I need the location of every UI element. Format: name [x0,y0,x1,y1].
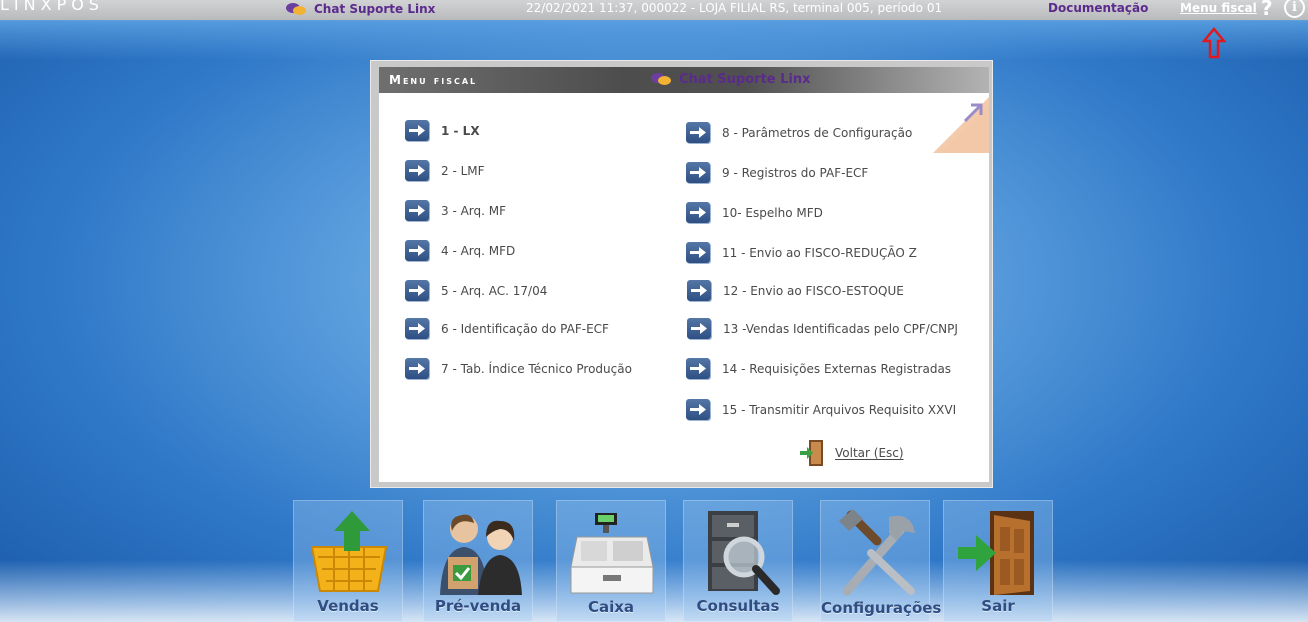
panel-body: 1 - LX 2 - LMF 3 - Arq. MF 4 - Arq. MFD … [379,93,989,482]
menu-item-label: 4 - Arq. MFD [441,243,516,258]
dock-consultas-label: Consultas [696,597,780,615]
exit-door-icon [800,440,823,466]
menu-item-arq-mf[interactable]: 3 - Arq. MF [405,200,506,221]
menu-item-lmf[interactable]: 2 - LMF [405,160,485,181]
arrow-right-icon [687,280,711,301]
arrow-right-icon [686,162,710,183]
arrow-right-icon [686,202,710,223]
menu-item-transmitir-arquivos[interactable]: 15 - Transmitir Arquivos Requisito XXVI [686,399,956,420]
menu-item-registros-paf[interactable]: 9 - Registros do PAF-ECF [686,162,868,183]
menu-item-lx[interactable]: 1 - LX [405,120,480,141]
menu-item-envio-reducao-z[interactable]: 11 - Envio ao FISCO-REDUÇÃO Z [686,242,917,263]
documentation-link[interactable]: Documentação [1048,1,1148,15]
dock-caixa-button[interactable]: Caixa [556,500,666,622]
arrow-right-icon [405,120,429,141]
arrow-right-icon [687,318,711,339]
panel-header: Menu fiscal Chat Suporte Linx [379,67,989,93]
info-icon[interactable]: i [1284,0,1305,18]
arrow-right-icon [686,122,710,143]
back-label: Voltar (Esc) [835,446,904,460]
back-button[interactable]: Voltar (Esc) [799,439,904,467]
arrow-right-icon [405,318,429,339]
menu-item-identificacao-paf[interactable]: 6 - Identificação do PAF-ECF [405,318,609,339]
panel-chat-support-link[interactable]: Chat Suporte Linx [651,72,811,87]
background-glow [0,20,1308,60]
menu-item-envio-estoque[interactable]: 12 - Envio ao FISCO-ESTOQUE [687,280,904,301]
menu-item-label: 11 - Envio ao FISCO-REDUÇÃO Z [722,245,917,260]
top-bar: LINXPOS Chat Suporte Linx 22/02/2021 11:… [0,0,1308,21]
cash-register-icon [570,513,654,594]
menu-item-label: 12 - Envio ao FISCO-ESTOQUE [723,283,904,298]
menu-fiscal-link[interactable]: Menu fiscal [1180,1,1257,15]
menu-item-label: 6 - Identificação do PAF-ECF [441,321,609,336]
arrow-right-icon [405,280,429,301]
arrow-right-icon [686,358,710,379]
menu-item-label: 9 - Registros do PAF-ECF [722,165,869,180]
panel-chat-label: Chat Suporte Linx [679,72,811,87]
expand-corner-icon[interactable] [933,97,989,153]
arrow-right-icon [686,242,710,263]
arrow-right-icon [405,240,429,261]
app-logo: LINXPOS [0,0,104,14]
chat-support-link[interactable]: Chat Suporte Linx [286,2,435,16]
shopping-basket-icon [310,511,388,592]
customers-icon [440,514,522,595]
arrow-right-icon [405,358,429,379]
menu-item-label: 13 -Vendas Identificadas pelo CPF/CNPJ [723,321,958,336]
dock-vendas-button[interactable]: Vendas [293,500,403,622]
menu-item-label: 8 - Parâmetros de Configuração [722,125,913,140]
menu-item-label: 15 - Transmitir Arquivos Requisito XXVI [722,402,957,417]
dock-configuracoes-label: Configurações [821,599,942,617]
menu-item-label: 3 - Arq. MF [441,203,507,218]
arrow-right-icon [686,399,710,420]
menu-item-vendas-cpf[interactable]: 13 -Vendas Identificadas pelo CPF/CNPJ [687,318,958,339]
menu-item-label: 7 - Tab. Índice Técnico Produção [441,361,632,376]
expand-arrow-icon [963,103,983,123]
menu-item-parametros[interactable]: 8 - Parâmetros de Configuração [686,122,912,143]
file-cabinet-search-icon [708,511,780,595]
chat-bubble-icon [651,73,671,86]
menu-item-label: 5 - Arq. AC. 17/04 [441,283,548,298]
dock-sair-button[interactable]: Sair [943,500,1053,622]
menu-item-label: 14 - Requisições Externas Registradas [722,361,952,376]
tools-icon [839,509,915,596]
dock-vendas-label: Vendas [317,597,379,615]
menu-item-espelho-mfd[interactable]: 10- Espelho MFD [686,202,823,223]
dock-configuracoes-button[interactable]: Configurações [820,500,942,622]
chat-bubble-icon [286,2,306,16]
menu-item-label: 10- Espelho MFD [722,205,823,220]
menu-item-arq-ac[interactable]: 5 - Arq. AC. 17/04 [405,280,547,301]
menu-item-arq-mfd[interactable]: 4 - Arq. MFD [405,240,515,261]
panel-title: Menu fiscal [389,73,478,87]
dock-caixa-label: Caixa [587,598,635,616]
dock-prevenda-button[interactable]: Pré-venda [423,500,533,622]
dock-consultas-button[interactable]: Consultas [683,500,793,622]
menu-item-label: 1 - LX [441,123,480,138]
exit-door-icon [958,511,1034,595]
help-icon[interactable]: ? [1261,0,1273,20]
dock-sair-label: Sair [981,597,1015,615]
menu-item-requisicoes-externas[interactable]: 14 - Requisições Externas Registradas [686,358,951,379]
arrow-right-icon [405,160,429,181]
chat-support-label: Chat Suporte Linx [314,2,436,16]
menu-fiscal-panel: Menu fiscal Chat Suporte Linx 1 - LX 2 -… [370,60,993,488]
dock-prevenda-label: Pré-venda [434,597,522,615]
menu-item-label: 2 - LMF [441,163,485,178]
menu-item-tab-indice[interactable]: 7 - Tab. Índice Técnico Produção [405,358,632,379]
arrow-right-icon [405,200,429,221]
red-up-arrow-icon [1202,27,1226,59]
session-status: 22/02/2021 11:37, 000022 - LOJA FILIAL R… [526,1,943,15]
